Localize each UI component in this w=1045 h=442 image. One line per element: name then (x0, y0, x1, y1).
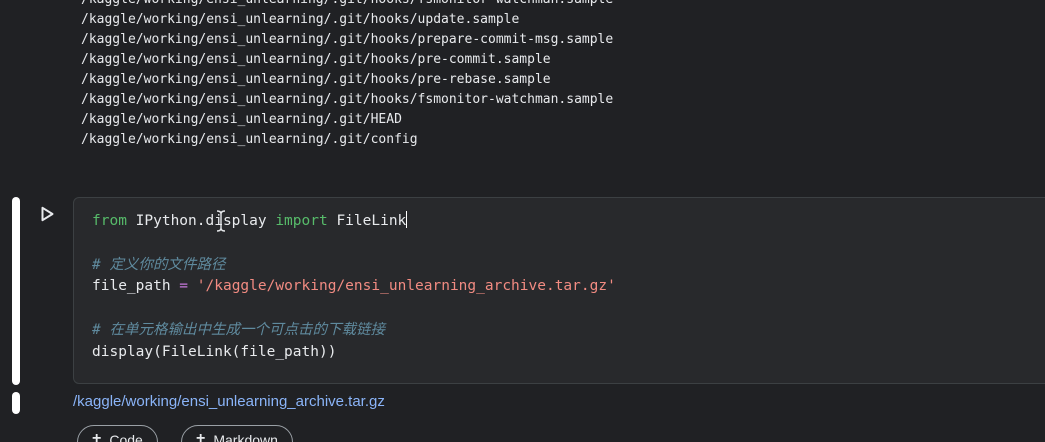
string-literal: '/kaggle/working/ensi_unlearning_archive… (196, 278, 616, 294)
cell-output-text: /kaggle/working/ensi_unlearning/.git/hoo… (81, 0, 613, 150)
add-markdown-label: Markdown (213, 432, 278, 442)
output-line: /kaggle/working/ensi_unlearning/.git/HEA… (81, 112, 402, 127)
keyword-from: from (92, 213, 127, 229)
selected-cell-indicator[interactable] (12, 197, 20, 385)
assignment-operator: = (170, 278, 197, 294)
imported-name: FileLink (327, 213, 407, 229)
plus-icon: + (92, 430, 102, 442)
module-name: IPython.display (126, 213, 276, 229)
keyword-import: import (275, 213, 328, 229)
code-line-import: from IPython.display import FileLink (92, 210, 408, 232)
add-code-cell-button[interactable]: + Code (77, 425, 158, 442)
add-code-label: Code (109, 432, 143, 442)
variable-name: file_path (92, 278, 171, 294)
output-line: /kaggle/working/ensi_unlearning/.git/hoo… (81, 52, 551, 67)
output-line: /kaggle/working/ensi_unlearning/.git/hoo… (81, 32, 614, 47)
output-line: /kaggle/working/ensi_unlearning/.git/hoo… (81, 0, 613, 10)
output-cell-indicator (12, 392, 20, 414)
run-cell-button[interactable] (36, 203, 58, 225)
output-line: /kaggle/working/ensi_unlearning/.git/hoo… (81, 72, 551, 87)
output-line: /kaggle/working/ensi_unlearning/.git/hoo… (81, 12, 520, 27)
play-icon (41, 206, 54, 222)
code-comment-2: # 在单元格输出中生成一个可点击的下载链接 (92, 322, 385, 338)
i-beam-cursor-icon (216, 210, 226, 232)
output-line: /kaggle/working/ensi_unlearning/.git/con… (81, 132, 418, 147)
plus-icon: + (196, 430, 206, 442)
code-line-display: display(FileLink(file_path)) (92, 344, 337, 360)
code-comment-1: # 定义你的文件路径 (92, 257, 226, 273)
download-file-link[interactable]: /kaggle/working/ensi_unlearning_archive.… (73, 393, 385, 410)
output-line: /kaggle/working/ensi_unlearning/.git/hoo… (81, 92, 614, 107)
add-markdown-cell-button[interactable]: + Markdown (181, 425, 293, 442)
code-line-assignment: file_path = '/kaggle/working/ensi_unlear… (92, 275, 616, 297)
text-caret (406, 211, 408, 228)
